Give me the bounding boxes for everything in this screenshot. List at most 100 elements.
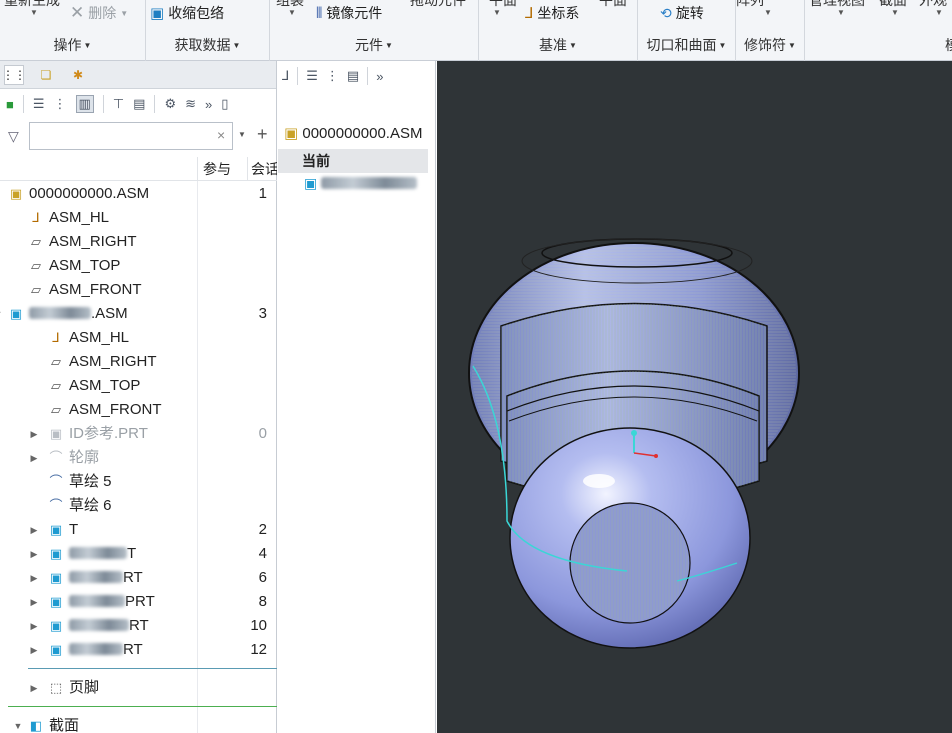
document-icon[interactable]: ▯ (221, 96, 228, 112)
datum-axis-clipped[interactable]: 平面 (599, 0, 627, 10)
tree-row-label: 草绘 5 (69, 473, 112, 490)
tree-list-icon[interactable]: ☰ (306, 68, 318, 84)
model-tree-tab[interactable]: ⋮⋮ (2, 64, 26, 85)
tree-row-label: ASM_FRONT (69, 401, 162, 418)
blurred-label (69, 547, 127, 559)
tree-filter-icon[interactable]: ⊤ (113, 96, 124, 112)
expand-open-icon[interactable]: ▼ (12, 714, 24, 733)
favorites-tab[interactable]: ✱ (68, 65, 88, 85)
pattern-dropdown[interactable]: ▼ (764, 8, 772, 17)
tree-row[interactable]: ▶ ⌒ 轮廓 (0, 446, 277, 470)
expand-closed-icon[interactable]: ▶ (28, 614, 40, 638)
tree-row[interactable]: ▶ ▣ T 4 (0, 542, 277, 566)
manage-views-dropdown[interactable]: ▼ (837, 8, 845, 17)
structure-icon[interactable]: ⅃ (282, 68, 289, 84)
secondary-tree-child[interactable]: ▣ (304, 175, 418, 192)
part-icon: ▣ (49, 570, 63, 585)
ribbon-group-label-clipped[interactable]: 模 (945, 35, 952, 55)
expand-closed-icon[interactable]: ▶ (28, 676, 40, 700)
tree-row[interactable]: ⌒ 草绘 5 (0, 470, 277, 494)
ribbon-group-label[interactable]: 基准 ▼ (479, 35, 637, 55)
tree-row[interactable]: ⌒ 草绘 6 (0, 494, 277, 518)
expand-closed-icon[interactable]: ▶ (28, 590, 40, 614)
folder-icon: ❏ (40, 67, 52, 82)
tree-list-icon[interactable]: ☰ (33, 96, 45, 112)
tree-row[interactable]: ▱ ASM_TOP (0, 254, 277, 278)
blurred-label (69, 571, 123, 583)
assemble-dropdown[interactable]: ▼ (288, 8, 296, 17)
tree-columns-icon[interactable]: ▥ (75, 95, 94, 113)
coordinate-system-button[interactable]: ⅃ 坐标系 (525, 3, 579, 23)
mirror-component-button[interactable]: ⫴ 镜像元件 (316, 3, 382, 23)
show-icon[interactable]: ■ (6, 97, 14, 112)
tree-row[interactable]: ⅃ ASM_HL (0, 326, 277, 350)
delete-button[interactable]: ✕ 删除 ▼ (70, 3, 128, 23)
tree-row[interactable]: ▱ ASM_FRONT (0, 398, 277, 422)
ribbon-group-label[interactable]: 获取数据 ▼ (146, 35, 269, 55)
section-dropdown[interactable]: ▼ (891, 8, 899, 17)
tree-columns-icon[interactable]: ▤ (347, 68, 359, 84)
ribbon-group-label[interactable]: 元件 ▼ (270, 35, 478, 55)
expand-closed-icon[interactable]: ▶ (28, 566, 40, 590)
search-dropdown-icon[interactable]: ▼ (238, 130, 246, 139)
tree-row[interactable]: ▶ ▣ ID参考.PRT 0 (0, 422, 277, 446)
tree-row[interactable]: ▶ ▣ T 2 (0, 518, 277, 542)
pattern-button-clipped[interactable]: 阵列 (736, 0, 764, 10)
secondary-tree-root[interactable]: ▣ 0000000000.ASM (284, 124, 432, 142)
sketch-icon: ⌒ (49, 450, 63, 465)
add-filter-icon[interactable]: + (257, 124, 268, 145)
part-icon: ▣ (49, 594, 63, 609)
tree-row[interactable]: ▶ ▣ RT 12 (0, 638, 277, 662)
tree-row[interactable]: ▼ ▣ .ASM 3 (0, 302, 277, 326)
ribbon-group-label[interactable]: 修饰符 ▼ (736, 35, 804, 55)
more-chevron-icon[interactable]: » (376, 69, 383, 84)
tree-search-input[interactable] (29, 122, 233, 150)
tree-row-session: 1 (258, 185, 267, 202)
expand-closed-icon[interactable]: ▶ (28, 518, 40, 542)
tree-row-label: RT (69, 638, 143, 662)
current-state-row[interactable]: 当前 (278, 149, 428, 173)
tree-row[interactable]: ▱ ASM_RIGHT (0, 230, 277, 254)
tree-row[interactable]: ▱ ASM_FRONT (0, 278, 277, 302)
tree-row[interactable]: ▶ ▣ RT 6 (0, 566, 277, 590)
appearance-dropdown[interactable]: ▼ (935, 8, 943, 17)
tree-row-session: 2 (258, 521, 267, 538)
graphics-viewport[interactable] (437, 61, 952, 733)
expand-closed-icon[interactable]: ▶ (28, 638, 40, 662)
tree-row[interactable]: ▶ ⬚ 页脚 (0, 676, 277, 700)
tree-row[interactable]: ⅃ ASM_HL (0, 206, 277, 230)
datum-dropdown[interactable]: ▼ (493, 8, 501, 17)
more-chevron-icon[interactable]: » (205, 97, 212, 112)
column-header-participation[interactable]: 参与 (197, 157, 247, 181)
chevron-down-icon: ▼ (120, 8, 129, 18)
tree-row[interactable]: ▱ ASM_RIGHT (0, 350, 277, 374)
drag-component-clipped[interactable]: 拖动元件 (410, 0, 466, 10)
regenerate-dropdown[interactable]: ▼ (30, 8, 38, 17)
ribbon-group-label[interactable]: 操作 ▼ (0, 35, 145, 55)
expand-open-icon[interactable]: ▼ (0, 302, 4, 326)
sketch-icon: ⌒ (49, 498, 63, 513)
folder-browser-tab[interactable]: ❏ (36, 65, 56, 85)
layers-icon[interactable]: ≋ (185, 96, 196, 112)
expand-closed-icon[interactable]: ▶ (28, 422, 40, 446)
tree-row[interactable]: ▶ ▣ RT 10 (0, 614, 277, 638)
column-header-session[interactable]: 会话 (247, 157, 277, 181)
revolve-button[interactable]: ⟲ 旋转 (660, 3, 704, 23)
shrinkwrap-button[interactable]: ▣ 收缩包络 (150, 3, 224, 23)
tree-row[interactable]: ▶ ▣ PRT 8 (0, 590, 277, 614)
expand-closed-icon[interactable]: ▶ (28, 542, 40, 566)
ribbon-group-label[interactable]: 切口和曲面 ▼ (638, 35, 735, 55)
expand-closed-icon[interactable]: ▶ (28, 446, 40, 470)
mirror-component-icon: ⫴ (316, 4, 323, 22)
tree-row[interactable]: ▼ ◧ 截面 (0, 714, 277, 733)
clear-search-icon[interactable]: × (217, 127, 225, 143)
tree-collapse-icon[interactable]: ⋮ (326, 68, 339, 84)
tree-settings-icon[interactable]: ▤ (133, 96, 145, 112)
datum-plane-icon: ▱ (51, 354, 61, 369)
gear-icon[interactable]: ⚙ (164, 96, 176, 112)
blurred-label (69, 643, 123, 655)
tree-row-session: 10 (250, 617, 267, 634)
tree-row[interactable]: ▱ ASM_TOP (0, 374, 277, 398)
tree-collapse-icon[interactable]: ⋮ (54, 96, 67, 112)
tree-row[interactable]: ▣ 0000000000.ASM 1 (0, 182, 277, 206)
